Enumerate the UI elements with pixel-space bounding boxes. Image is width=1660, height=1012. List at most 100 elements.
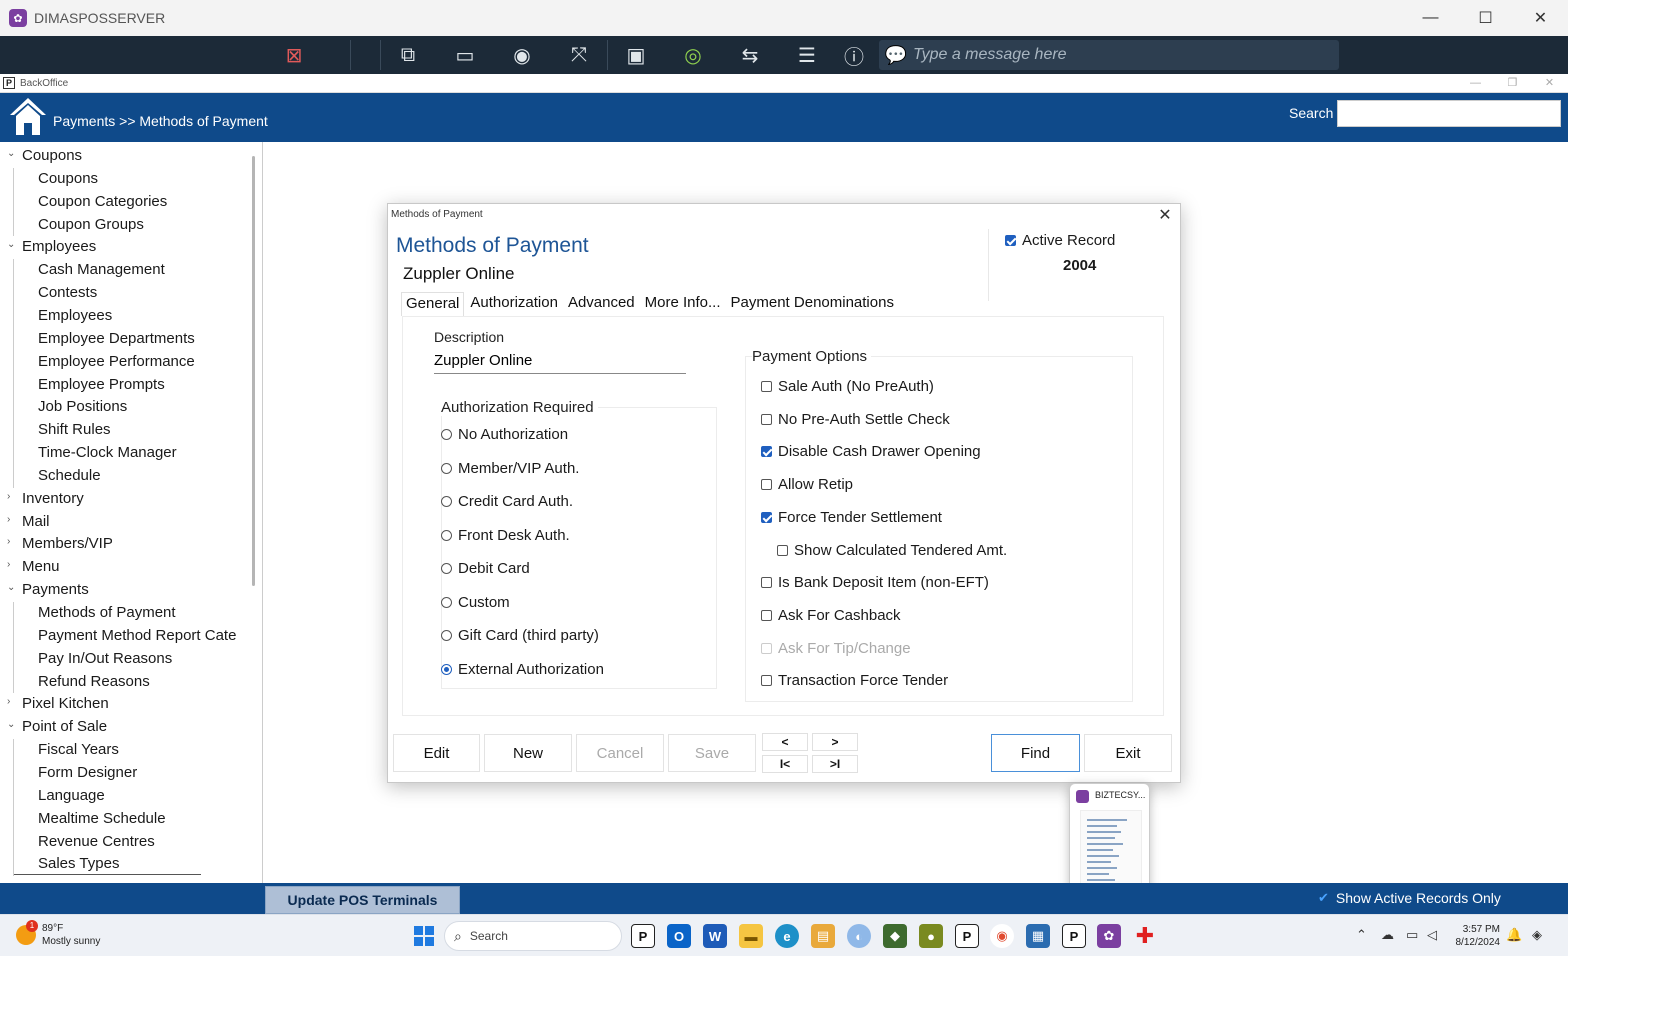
new-button[interactable]: New <box>484 734 572 772</box>
last-record-button[interactable]: >I <box>812 755 858 773</box>
checkbox-icon[interactable] <box>761 479 772 491</box>
chevron-right-icon[interactable]: › <box>7 536 10 547</box>
authorization-radio[interactable]: Credit Card Auth. <box>441 493 573 510</box>
tray-chevron-icon[interactable]: ⌃ <box>1356 927 1367 943</box>
checkbox-icon[interactable] <box>761 577 772 589</box>
first-record-button[interactable]: I< <box>762 755 808 773</box>
edit-button[interactable]: Edit <box>393 734 480 772</box>
chevron-down-icon[interactable]: ⌄ <box>7 582 15 593</box>
chevron-right-icon[interactable]: › <box>7 514 10 525</box>
chrome-icon[interactable]: ◉ <box>990 924 1014 948</box>
chevron-right-icon[interactable]: › <box>7 696 10 707</box>
payment-option-checkbox[interactable]: Show Calculated Tendered Amt. <box>777 542 1007 559</box>
network-icon[interactable]: ▭ <box>1406 927 1418 943</box>
view-icon[interactable]: ◉ <box>507 41 537 69</box>
active-record-checkbox[interactable]: Active Record <box>1005 232 1115 249</box>
app-icon-orange[interactable]: ▤ <box>811 924 835 948</box>
app-icon-blue[interactable]: ◐ <box>847 924 871 948</box>
chevron-right-icon[interactable]: › <box>7 559 10 570</box>
bo-restore-icon[interactable]: ❐ <box>1494 74 1531 92</box>
taskbar-search[interactable]: ⌕ Search <box>444 921 622 951</box>
payment-option-checkbox[interactable]: No Pre-Auth Settle Check <box>761 411 950 428</box>
record-icon[interactable]: ◎ <box>678 41 708 69</box>
radio-icon[interactable] <box>441 429 452 440</box>
authorization-radio[interactable]: Gift Card (third party) <box>441 627 599 644</box>
authorization-radio[interactable]: Member/VIP Auth. <box>441 460 579 477</box>
fullscreen-icon[interactable]: ⤧ <box>564 41 594 69</box>
sidebar-scrollbar[interactable] <box>252 156 255 586</box>
bo-minimize-icon[interactable]: — <box>1457 74 1494 92</box>
chevron-down-icon[interactable]: ⌄ <box>7 148 15 159</box>
checkbox-icon[interactable] <box>761 609 772 621</box>
checkbox-checked-icon[interactable] <box>761 511 772 523</box>
radio-selected-icon[interactable] <box>441 663 452 675</box>
exit-button[interactable]: Exit <box>1084 734 1172 772</box>
outlook-icon[interactable]: O <box>667 924 691 948</box>
app-icon-green[interactable]: ◆ <box>883 924 907 948</box>
show-active-records-toggle[interactable]: ✔ Show Active Records Only <box>1318 890 1501 906</box>
radio-icon[interactable] <box>441 496 452 507</box>
next-record-button[interactable]: > <box>812 733 858 751</box>
radio-icon[interactable] <box>441 630 452 641</box>
chevron-down-icon[interactable]: ⌄ <box>7 719 15 730</box>
edge-icon[interactable]: e <box>775 924 799 948</box>
app-icon-olive[interactable]: ● <box>919 924 943 948</box>
tab-advanced[interactable]: Advanced <box>564 292 639 316</box>
onedrive-icon[interactable]: ☁ <box>1381 927 1394 943</box>
authorization-radio[interactable]: No Authorization <box>441 426 568 443</box>
payment-option-checkbox[interactable]: Sale Auth (No PreAuth) <box>761 378 934 395</box>
search-input[interactable] <box>1337 100 1561 127</box>
checkbox-icon[interactable] <box>761 675 772 687</box>
minimize-icon[interactable]: — <box>1403 0 1458 36</box>
authorization-radio[interactable]: Front Desk Auth. <box>441 527 570 544</box>
checkbox-icon[interactable] <box>761 381 772 392</box>
payment-option-checkbox[interactable]: Allow Retip <box>761 476 853 493</box>
payment-option-checkbox[interactable]: Disable Cash Drawer Opening <box>761 443 981 460</box>
monitor-icon[interactable]: ▭ <box>450 41 480 69</box>
message-input[interactable] <box>913 42 1339 68</box>
find-button[interactable]: Find <box>991 734 1080 772</box>
chevron-right-icon[interactable]: › <box>7 491 10 502</box>
red-cross-icon[interactable]: ✚ <box>1133 923 1157 948</box>
tab-payment-denominations[interactable]: Payment Denominations <box>727 292 898 316</box>
copilot-icon[interactable]: ◈ <box>1532 927 1542 943</box>
tab-more-info[interactable]: More Info... <box>641 292 725 316</box>
radio-icon[interactable] <box>441 529 452 541</box>
payment-option-checkbox[interactable]: Transaction Force Tender <box>761 672 948 689</box>
payment-option-checkbox[interactable]: Force Tender Settlement <box>761 509 942 526</box>
checkbox-icon[interactable] <box>777 544 788 556</box>
payment-option-checkbox[interactable]: Is Bank Deposit Item (non-EFT) <box>761 574 989 591</box>
volume-icon[interactable]: ◁ <box>1427 927 1437 943</box>
authorization-radio[interactable]: Custom <box>441 594 510 611</box>
prev-record-button[interactable]: < <box>762 733 808 751</box>
radio-icon[interactable] <box>441 462 452 474</box>
chat-icon[interactable]: 💬 <box>879 45 913 66</box>
file-explorer-icon[interactable]: ▬ <box>739 924 763 948</box>
tab-authorization[interactable]: Authorization <box>466 292 562 316</box>
chevron-down-icon[interactable]: ⌄ <box>7 239 15 250</box>
maximize-icon[interactable]: ☐ <box>1458 0 1513 36</box>
payment-option-checkbox[interactable]: Ask For Cashback <box>761 607 901 624</box>
actions-icon[interactable]: ▣ <box>621 41 651 69</box>
active-record-check-icon[interactable] <box>1005 235 1016 246</box>
bo-close-icon[interactable]: ✕ <box>1531 74 1568 92</box>
disconnect-icon[interactable]: ⊠ <box>279 41 309 69</box>
taskbar-clock[interactable]: 3:57 PM 8/12/2024 <box>1450 923 1501 949</box>
pos-app-icon-3[interactable]: P <box>1062 924 1086 948</box>
switch-monitor-icon[interactable]: ⧉ <box>393 41 423 69</box>
remote-app-icon[interactable]: ✿ <box>1097 924 1121 948</box>
radio-icon[interactable] <box>441 596 452 608</box>
info-icon[interactable]: ⓘ <box>839 41 869 69</box>
pos-app-icon-2[interactable]: P <box>955 924 979 948</box>
weather-widget[interactable]: 1 89°F Mostly sunny <box>16 920 100 948</box>
pos-app-icon[interactable]: P <box>631 924 655 948</box>
radio-icon[interactable] <box>441 563 452 574</box>
checkbox-checked-icon[interactable] <box>761 446 772 458</box>
checkbox-icon[interactable] <box>761 413 772 425</box>
notification-bell-icon[interactable]: 🔔 <box>1506 927 1522 943</box>
cancel-button[interactable]: Cancel <box>576 734 664 772</box>
word-icon[interactable]: W <box>703 924 727 948</box>
home-icon[interactable] <box>8 95 48 137</box>
dialog-close-icon[interactable]: ✕ <box>1156 205 1174 225</box>
tab-general[interactable]: General <box>401 292 465 316</box>
